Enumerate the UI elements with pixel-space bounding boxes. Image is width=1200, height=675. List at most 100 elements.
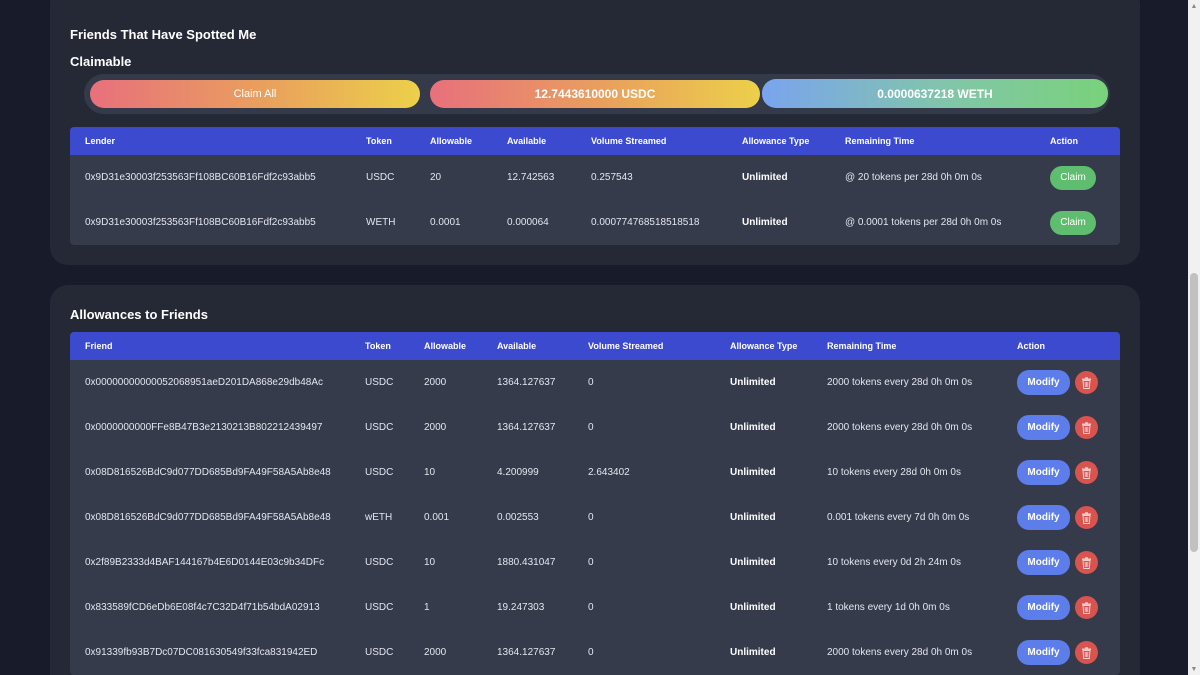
friend-address: 0x00000000000052068951aeD201DA868e29db48… (85, 377, 323, 388)
delete-button[interactable] (1075, 461, 1098, 484)
claim-all-button[interactable]: Claim All (90, 80, 420, 108)
available-cell: 0.000064 (507, 217, 549, 228)
lender-address: 0x9D31e30003f253563Ff108BC60B16Fdf2c93ab… (85, 172, 316, 183)
delete-button[interactable] (1075, 551, 1098, 574)
delete-button[interactable] (1075, 371, 1098, 394)
weth-total-button[interactable]: 0.0000637218 WETH (762, 79, 1108, 108)
friend-address: 0x2f89B2333d4BAF144167b4E6D0144E03c9b34D… (85, 557, 325, 568)
remaining-time-cell: 2000 tokens every 28d 0h 0m 0s (827, 647, 973, 658)
table-row: 0x2f89B2333d4BAF144167b4E6D0144E03c9b34D… (70, 540, 1120, 585)
table-row: 0x0000000000FFe8B47B3e2130213B8022124394… (70, 405, 1120, 450)
friend-address: 0x0000000000FFe8B47B3e2130213B8022124394… (85, 422, 323, 433)
trash-icon (1082, 376, 1091, 389)
modify-button[interactable]: Modify (1017, 550, 1070, 575)
scroll-down-arrow-icon[interactable]: ▼ (1188, 663, 1200, 675)
action-cell: Modify (1017, 630, 1098, 675)
allowable-cell: 20 (430, 172, 442, 183)
action-cell: Modify (1017, 360, 1098, 405)
volume-cell: 0 (588, 557, 594, 568)
modify-button[interactable]: Modify (1017, 415, 1070, 440)
friend-address: 0x08D816526BdC9d077DD685Bd9FA49F58A5Ab8e… (85, 467, 331, 478)
remaining-time-cell: 2000 tokens every 28d 0h 0m 0s (827, 377, 973, 388)
modify-button[interactable]: Modify (1017, 370, 1070, 395)
column-header: Allowance Type (742, 136, 810, 146)
volume-cell: 0 (588, 422, 594, 433)
available-cell: 4.200999 (497, 467, 539, 478)
remaining-time-cell: @ 0.0001 tokens per 28d 0h 0m 0s (845, 217, 1002, 228)
available-cell: 1364.127637 (497, 377, 556, 388)
allowable-cell: 0.0001 (430, 217, 461, 228)
claim-button[interactable]: Claim (1050, 210, 1096, 235)
available-cell: 1364.127637 (497, 647, 556, 658)
delete-button[interactable] (1075, 416, 1098, 439)
volume-cell: 0 (588, 647, 594, 658)
table-row: 0x833589fCD6eDb6E08f4c7C32D4f71b54bdA029… (70, 585, 1120, 630)
available-cell: 12.742563 (507, 172, 555, 183)
action-cell: Claim (1050, 200, 1096, 245)
delete-button[interactable] (1075, 506, 1098, 529)
table-row: 0x08D816526BdC9d077DD685Bd9FA49F58A5Ab8e… (70, 450, 1120, 495)
modify-button[interactable]: Modify (1017, 595, 1070, 620)
token-cell: USDC (365, 467, 394, 478)
remaining-time-cell: 10 tokens every 28d 0h 0m 0s (827, 467, 961, 478)
column-header: Available (497, 341, 537, 351)
usdc-total-button[interactable]: 12.7443610000 USDC (430, 80, 760, 108)
allowances-title: Allowances to Friends (70, 307, 208, 322)
trash-icon (1082, 421, 1091, 434)
table-row: 0x91339fb93B7Dc07DC081630549f33fca831942… (70, 630, 1120, 675)
trash-icon (1082, 511, 1091, 524)
modify-button[interactable]: Modify (1017, 505, 1070, 530)
column-header: Token (366, 136, 392, 146)
table-row: 0x00000000000052068951aeD201DA868e29db48… (70, 360, 1120, 405)
action-cell: Modify (1017, 405, 1098, 450)
allowance-type-cell: Unlimited (742, 172, 788, 183)
token-cell: USDC (365, 602, 394, 613)
token-cell: USDC (365, 557, 394, 568)
claim-button[interactable]: Claim (1050, 165, 1096, 190)
lender-address: 0x9D31e30003f253563Ff108BC60B16Fdf2c93ab… (85, 217, 316, 228)
volume-cell: 0.257543 (591, 172, 633, 183)
table-row: 0x9D31e30003f253563Ff108BC60B16Fdf2c93ab… (70, 155, 1120, 200)
remaining-time-cell: 0.001 tokens every 7d 0h 0m 0s (827, 512, 970, 523)
action-cell: Claim (1050, 155, 1096, 200)
remaining-time-cell: 2000 tokens every 28d 0h 0m 0s (827, 422, 973, 433)
allowance-type-cell: Unlimited (730, 512, 776, 523)
allowances-table: Friend Token Allowable Available Volume … (70, 332, 1120, 675)
available-cell: 1880.431047 (497, 557, 556, 568)
remaining-time-cell: 10 tokens every 0d 2h 24m 0s (827, 557, 961, 568)
allowances-table-header: Friend Token Allowable Available Volume … (70, 332, 1120, 360)
delete-button[interactable] (1075, 641, 1098, 664)
spotted-table: Lender Token Allowable Available Volume … (70, 127, 1120, 245)
token-cell: USDC (366, 172, 395, 183)
scroll-up-arrow-icon[interactable]: ▲ (1188, 0, 1200, 12)
spotted-card: Friends That Have Spotted Me Claimable C… (50, 0, 1140, 265)
modify-button[interactable]: Modify (1017, 640, 1070, 665)
remaining-time-cell: 1 tokens every 1d 0h 0m 0s (827, 602, 950, 613)
allowable-cell: 10 (424, 467, 436, 478)
column-header: Volume Streamed (588, 341, 664, 351)
action-cell: Modify (1017, 540, 1098, 585)
allowable-cell: 10 (424, 557, 436, 568)
volume-cell: 0 (588, 602, 594, 613)
friend-address: 0x91339fb93B7Dc07DC081630549f33fca831942… (85, 647, 318, 658)
claim-bar: Claim All 12.7443610000 USDC 0.000063721… (84, 74, 1110, 114)
remaining-time-cell: @ 20 tokens per 28d 0h 0m 0s (845, 172, 982, 183)
trash-icon (1082, 601, 1091, 614)
token-cell: USDC (365, 377, 394, 388)
allowance-type-cell: Unlimited (742, 217, 788, 228)
page-scrollbar[interactable]: ▲ ▼ (1188, 0, 1200, 675)
allowances-card: Allowances to Friends Friend Token Allow… (50, 285, 1140, 675)
available-cell: 0.002553 (497, 512, 539, 523)
column-header: Allowance Type (730, 341, 798, 351)
friend-address: 0x08D816526BdC9d077DD685Bd9FA49F58A5Ab8e… (85, 512, 331, 523)
column-header: Action (1017, 341, 1045, 351)
allowances-table-body: 0x00000000000052068951aeD201DA868e29db48… (70, 360, 1120, 675)
allowance-type-cell: Unlimited (730, 422, 776, 433)
token-cell: USDC (365, 647, 394, 658)
claimable-heading: Claimable (70, 54, 132, 69)
modify-button[interactable]: Modify (1017, 460, 1070, 485)
token-cell: USDC (365, 422, 394, 433)
delete-button[interactable] (1075, 596, 1098, 619)
volume-cell: 0 (588, 377, 594, 388)
scroll-thumb[interactable] (1190, 273, 1198, 552)
